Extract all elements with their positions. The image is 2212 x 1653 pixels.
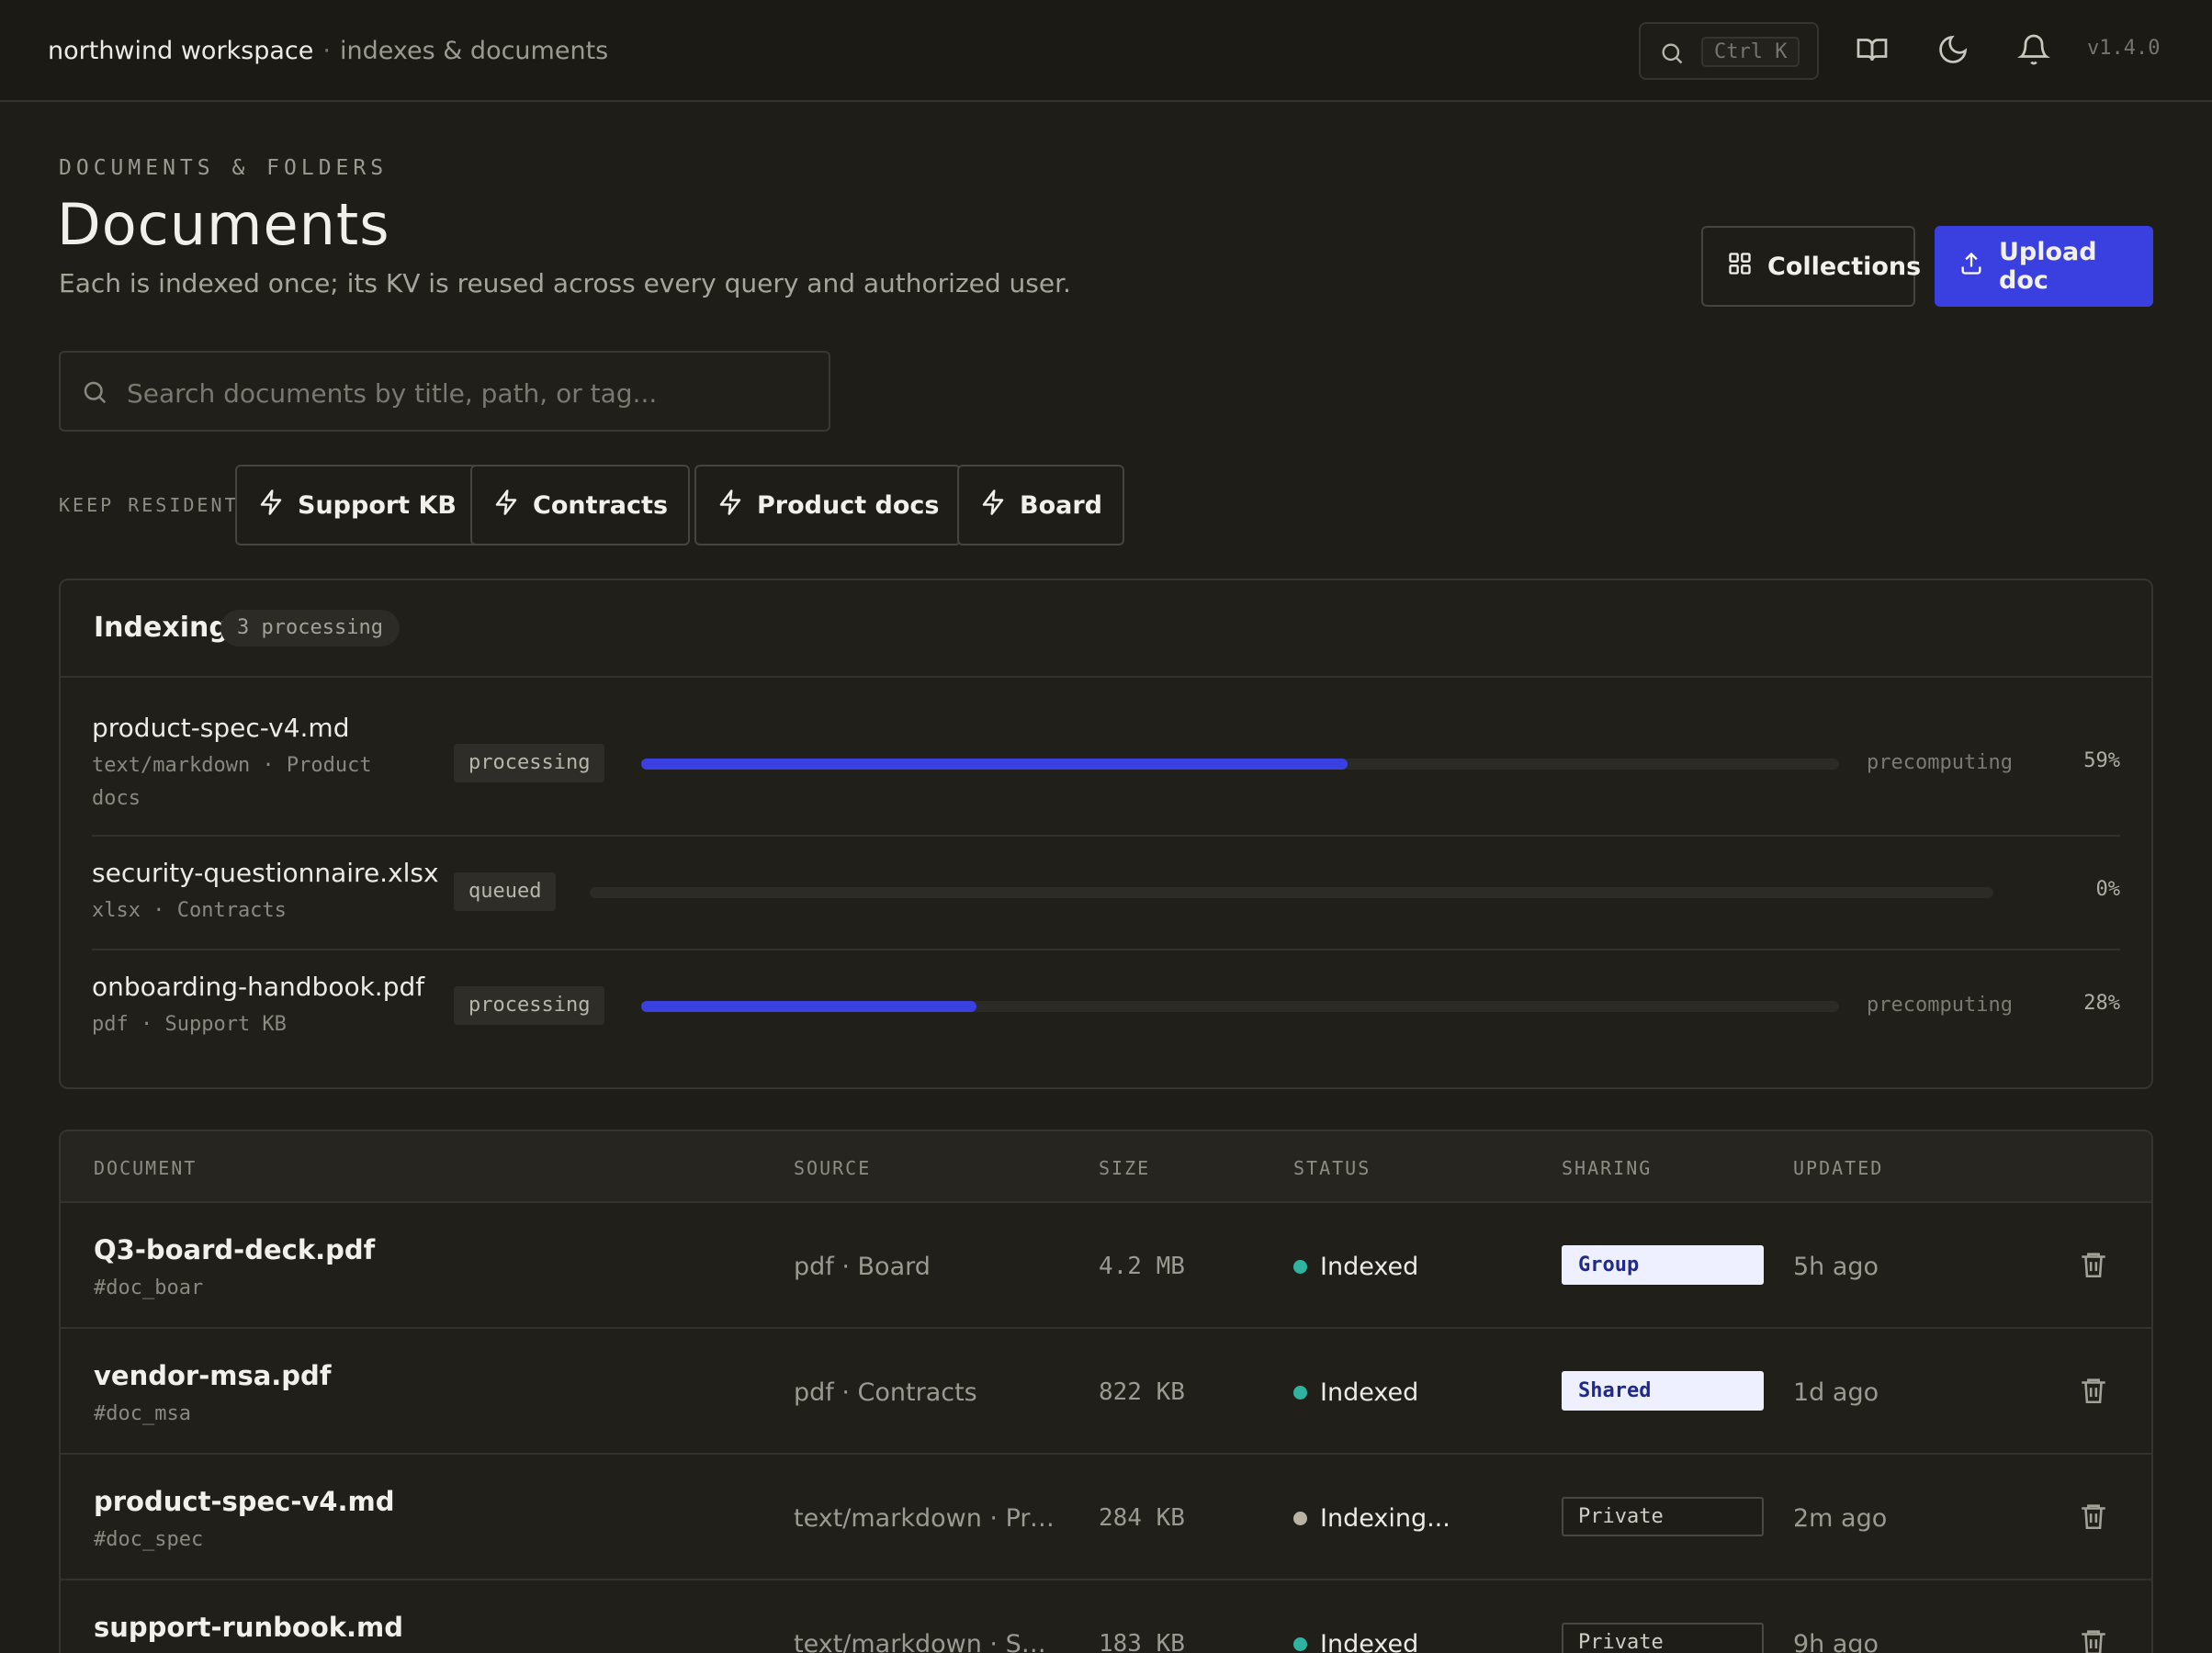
doc-size: 822 KB <box>1099 1378 1185 1406</box>
status-dot <box>1293 1260 1307 1274</box>
column-sharing[interactable]: SHARING <box>1562 1157 1652 1179</box>
bolt-icon <box>492 489 520 523</box>
search-placeholder: Search documents by title, path, or tag.… <box>127 378 658 409</box>
status-dot <box>1293 1637 1307 1651</box>
status-text: Indexed <box>1320 1630 1419 1653</box>
chip-label: Product docs <box>757 490 940 520</box>
upload-icon <box>1958 251 1984 283</box>
doc-size: 4.2 MB <box>1099 1253 1185 1280</box>
doc-id: #doc_msa <box>94 1402 191 1425</box>
sharing-badge[interactable]: Group <box>1562 1245 1764 1285</box>
breadcrumb: northwind workspace · indexes & documents <box>48 37 608 65</box>
grid-icon <box>1727 251 1753 283</box>
table-row[interactable]: product-spec-v4.md #doc_spec text/markdo… <box>61 1455 2151 1580</box>
resident-chip-contracts[interactable]: Contracts <box>470 465 691 545</box>
page-title: Documents <box>57 191 390 258</box>
status-text: Indexing... <box>1320 1504 1450 1533</box>
page-eyebrow: DOCUMENTS & FOLDERS <box>59 156 389 180</box>
resident-chip-board[interactable]: Board <box>957 465 1124 545</box>
doc-source: text/markdown · Prod... <box>794 1504 1060 1533</box>
trash-icon[interactable] <box>2078 1375 2109 1410</box>
status-text: Indexed <box>1320 1253 1419 1281</box>
doc-updated: 1d ago <box>1793 1378 1879 1407</box>
doc-source: text/markdown · Supp... <box>794 1630 1060 1653</box>
doc-updated: 2m ago <box>1793 1504 1888 1533</box>
status-badge: Indexed <box>1293 1630 1418 1653</box>
status-badge: Indexing... <box>1293 1504 1450 1533</box>
chip-label: Contracts <box>533 490 669 520</box>
bolt-icon <box>717 489 744 523</box>
doc-id: #doc_boar <box>94 1276 204 1299</box>
indexing-header: Indexing 3 processing <box>61 580 2151 678</box>
doc-title[interactable]: product-spec-v4.md <box>94 1486 394 1517</box>
status-text: Indexed <box>1320 1378 1419 1407</box>
sharing-badge[interactable]: Shared <box>1562 1371 1764 1411</box>
book-icon[interactable] <box>1856 33 1889 70</box>
doc-size: 183 KB <box>1099 1630 1185 1653</box>
status-dot <box>1293 1512 1307 1525</box>
trash-icon[interactable] <box>2078 1626 2109 1653</box>
documents-table: DOCUMENT SOURCE SIZE STATUS SHARING UPDA… <box>59 1130 2153 1653</box>
chip-label: Board <box>1020 490 1102 520</box>
doc-source: pdf · Contracts <box>794 1378 977 1407</box>
status-dot <box>1293 1386 1307 1400</box>
breadcrumb-separator: · <box>322 37 331 65</box>
column-document[interactable]: DOCUMENT <box>94 1157 197 1179</box>
keep-resident-label: KEEP RESIDENT <box>59 494 239 516</box>
processing-count-badge: 3 processing <box>220 610 400 647</box>
status-badge: Indexed <box>1293 1253 1418 1281</box>
sharing-badge[interactable]: Private <box>1562 1623 1764 1653</box>
bell-icon[interactable] <box>2017 33 2050 70</box>
collections-button[interactable]: Collections <box>1701 226 1921 307</box>
indexing-title: Indexing <box>94 612 229 644</box>
trash-icon[interactable] <box>2078 1501 2109 1535</box>
doc-size: 284 KB <box>1099 1504 1185 1532</box>
search-input[interactable]: Search documents by title, path, or tag.… <box>59 351 830 432</box>
sharing-badge[interactable]: Private <box>1562 1497 1764 1536</box>
version-label: v1.4.0 <box>2087 37 2161 60</box>
section-name: indexes & documents <box>340 37 609 65</box>
status-badge: Indexed <box>1293 1378 1418 1407</box>
column-source[interactable]: SOURCE <box>794 1157 871 1179</box>
command-search-button[interactable]: Ctrl K <box>1639 22 1819 80</box>
search-icon <box>81 378 108 410</box>
table-row[interactable]: support-runbook.md text/markdown · Supp.… <box>61 1580 2151 1653</box>
workspace-name[interactable]: northwind workspace <box>48 37 313 65</box>
bolt-icon <box>979 489 1007 523</box>
column-size[interactable]: SIZE <box>1099 1157 1150 1179</box>
moon-icon[interactable] <box>1936 33 1969 70</box>
resident-chip-support-kb[interactable]: Support KB <box>235 465 479 545</box>
page-subtitle: Each is indexed once; its KV is reused a… <box>59 268 1071 298</box>
table-row[interactable]: vendor-msa.pdf #doc_msa pdf · Contracts … <box>61 1329 2151 1455</box>
column-status[interactable]: STATUS <box>1293 1157 1371 1179</box>
doc-title[interactable]: support-runbook.md <box>94 1612 403 1643</box>
table-row[interactable]: Q3-board-deck.pdf #doc_boar pdf · Board … <box>61 1203 2151 1329</box>
indexing-panel: Indexing 3 processing product-spec-v4.md… <box>59 579 2153 1089</box>
top-bar: northwind workspace · indexes & documents … <box>0 0 2212 102</box>
column-updated[interactable]: UPDATED <box>1793 1157 1883 1179</box>
chip-label: Support KB <box>298 490 457 520</box>
shortcut-hint: Ctrl K <box>1701 37 1800 67</box>
search-icon <box>1659 40 1685 70</box>
doc-id: #doc_spec <box>94 1528 204 1551</box>
doc-updated: 5h ago <box>1793 1253 1879 1281</box>
resident-chip-product-docs[interactable]: Product docs <box>694 465 962 545</box>
trash-icon[interactable] <box>2078 1249 2109 1284</box>
doc-updated: 9h ago <box>1793 1630 1879 1653</box>
doc-title[interactable]: Q3-board-deck.pdf <box>94 1234 375 1265</box>
upload-doc-button[interactable]: Upload doc <box>1935 226 2153 307</box>
bolt-icon <box>257 489 285 523</box>
collections-label: Collections <box>1767 252 1922 281</box>
doc-title[interactable]: vendor-msa.pdf <box>94 1360 331 1391</box>
table-header: DOCUMENT SOURCE SIZE STATUS SHARING UPDA… <box>61 1131 2151 1203</box>
doc-source: pdf · Board <box>794 1253 931 1281</box>
upload-label: Upload doc <box>1999 238 2097 295</box>
